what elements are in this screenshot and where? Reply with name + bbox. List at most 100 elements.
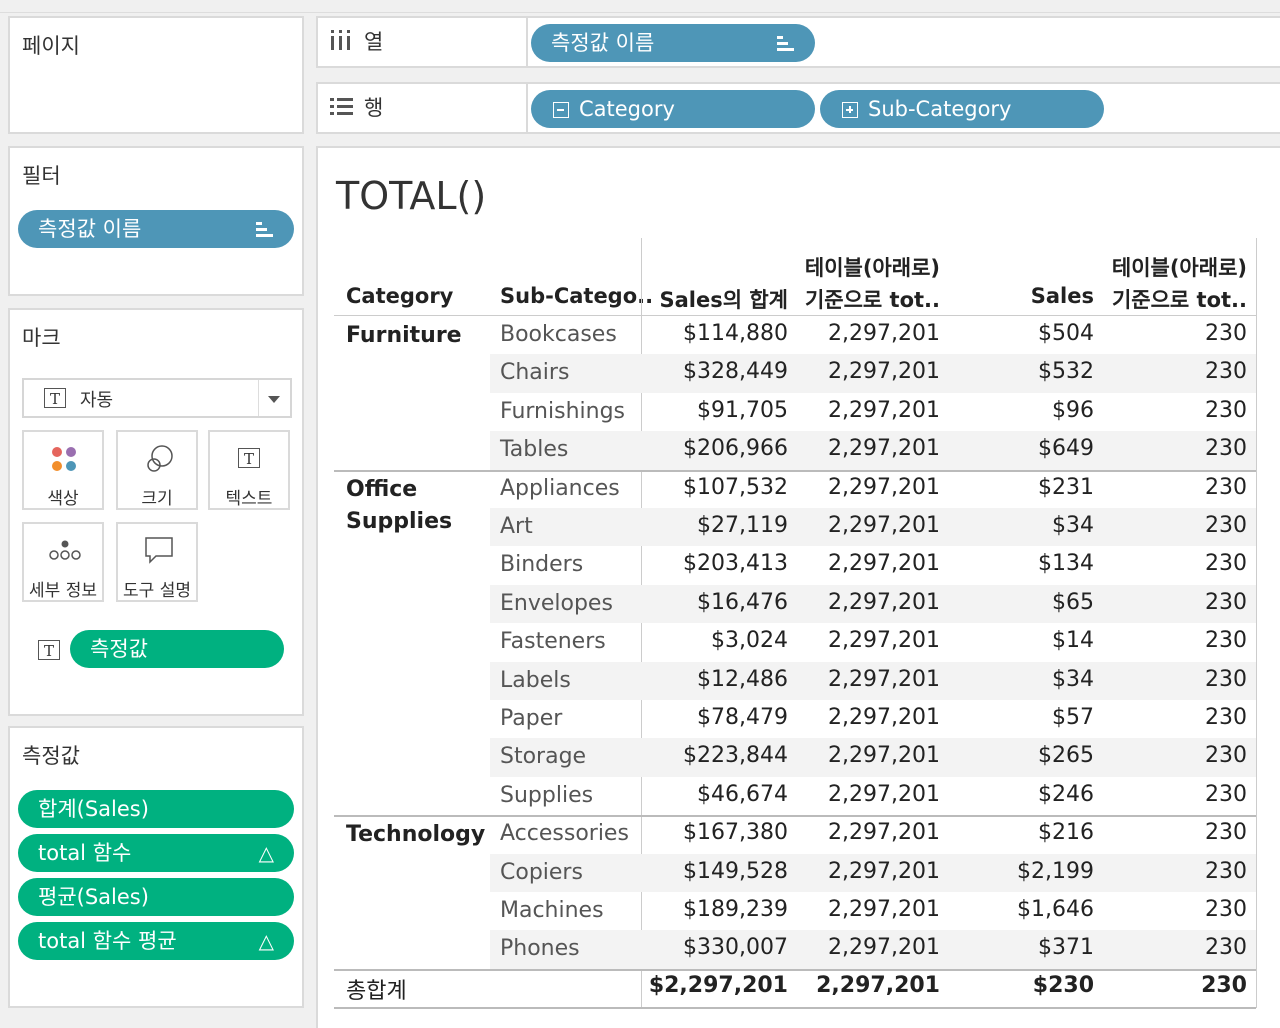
table-cell-table-total2: 230 [1205,628,1247,654]
filters-title: 필터 [22,164,61,188]
mark-type-dropdown[interactable]: T 자동 [22,378,292,418]
color-icon [24,444,102,474]
header-table-total-bottom: 기준으로 tot.. [804,288,940,312]
columns-shelf-label-area: 열 [318,18,528,66]
table-cell-subcategory: Storage [500,744,587,770]
marks-text-pill[interactable]: 측정값 [70,630,284,668]
table-cell-category: Technology [346,822,486,848]
pages-title: 페이지 [22,34,80,58]
tooltip-icon [118,536,196,566]
table-cell-table-total: 2,297,201 [828,820,940,846]
table-cell-sum-sales: $27,119 [697,513,788,538]
measure-pill-label: total 함수 [38,841,132,865]
color-card-label: 색상 [47,489,79,509]
table-cell-table-total: 2,297,201 [828,551,940,577]
collapse-icon[interactable] [553,102,569,118]
table-cell-sum-sales: $330,007 [683,935,788,961]
table-cell-avg-sales: $532 [1038,359,1094,385]
table-cell-avg-sales: $65 [1052,589,1094,615]
tooltip-card[interactable]: 도구 설명 [116,522,198,602]
color-card[interactable]: 색상 [22,430,104,510]
tooltip-card-label: 도구 설명 [123,581,191,601]
grand-total-label: 총합계 [346,978,407,1004]
sort-icon[interactable] [777,24,795,62]
header-table-total2-top: 테이블(아래로) [1111,256,1247,280]
table-cell-sum-sales: $12,486 [697,666,788,692]
header-sum-sales: Sales의 합계 [659,288,788,312]
rows-pill-category[interactable]: Category [531,90,815,128]
detail-card[interactable]: 세부 정보 [22,522,104,602]
rows-shelf[interactable]: 행 Category Sub-Category [316,82,1280,134]
table-cell-subcategory: Chairs [500,360,570,386]
table-cell-table-total2: 230 [1205,436,1247,462]
table-cell-table-total: 2,297,201 [828,781,940,807]
measure-pill-total[interactable]: total 함수 △ [18,834,294,872]
measure-values-panel: 측정값 합계(Sales) total 함수 △ 평균(Sales) total … [8,726,304,1008]
rows-pill-subcategory-label: Sub-Category [868,97,1012,121]
table-cell-table-total2: 230 [1205,897,1247,922]
text-shelf-icon: T [38,640,60,660]
table-cell-avg-sales: $34 [1052,666,1094,692]
table-cell-avg-sales: $504 [1038,321,1094,346]
measure-pill-label: total 함수 평균 [38,929,177,953]
table-cell-sum-sales: $3,024 [711,628,788,654]
table-cell-sum-sales: $46,674 [697,781,788,807]
header-table-total2-bottom: 기준으로 tot.. [1111,288,1247,312]
rows-pill-subcategory[interactable]: Sub-Category [820,90,1104,128]
pages-panel: 페이지 [8,16,304,134]
table-cell-table-total: 2,297,201 [828,743,940,769]
table-cell-avg-sales: $14 [1052,628,1094,654]
table-cell-subcategory: Furnishings [500,398,625,424]
columns-pill-measure-names[interactable]: 측정값 이름 [531,24,815,62]
table-cell-table-total: 2,297,201 [828,858,940,884]
table-cell-table-total2: 230 [1205,705,1247,730]
table-cell-table-total2: 230 [1205,321,1247,346]
table-cell-subcategory: Accessories [500,821,629,847]
detail-card-label: 세부 정보 [29,581,97,601]
rows-pill-category-label: Category [579,97,675,121]
columns-pill-label: 측정값 이름 [551,31,655,55]
text-card-label: 텍스트 [225,489,273,509]
marks-text-pill-label: 측정값 [90,637,148,661]
table-cell-sum-sales: $223,844 [683,743,788,769]
text-mark-icon: T [44,388,66,408]
table-cell-subcategory: Paper [500,706,563,731]
table-cell-sum-sales: $78,479 [697,705,788,730]
table-cell-table-total2: 230 [1205,781,1247,807]
chevron-down-icon[interactable] [268,396,280,403]
sort-icon[interactable] [256,210,274,248]
columns-shelf[interactable]: 열 측정값 이름 [316,16,1280,68]
expand-icon[interactable] [842,102,858,118]
dropdown-divider [258,380,259,416]
table-cell-avg-sales: $649 [1038,436,1094,462]
rows-shelf-label-area: 행 [318,84,528,132]
measure-pill-sum-sales[interactable]: 합계(Sales) [18,790,294,828]
grand-total-table-total2: 230 [1201,972,1247,998]
table-cell-table-total2: 230 [1205,820,1247,846]
table-cell-table-total: 2,297,201 [828,628,940,654]
measure-values-title: 측정값 [22,744,80,768]
filter-pill-label: 측정값 이름 [38,217,142,241]
table-cell-table-total2: 230 [1205,359,1247,385]
table-cell-sum-sales: $114,880 [683,321,788,346]
measure-pill-avg-sales[interactable]: 평균(Sales) [18,878,294,916]
table-bottom-rule [334,1007,1256,1009]
table-cell-subcategory: Supplies [500,782,594,808]
table-cell-table-total: 2,297,201 [828,513,940,538]
text-card[interactable]: T 텍스트 [208,430,290,510]
table-cell-table-total: 2,297,201 [828,474,940,500]
table-cell-subcategory: Bookcases [500,322,617,347]
filter-pill-measure-names[interactable]: 측정값 이름 [18,210,294,248]
top-strip [0,0,1280,13]
table-cell-sum-sales: $149,528 [683,858,788,884]
table-cell-avg-sales: $265 [1038,743,1094,769]
table-cell-avg-sales: $2,199 [1017,858,1094,884]
table-cell-table-total2: 230 [1205,513,1247,538]
measure-pill-total-avg[interactable]: total 함수 평균 △ [18,922,294,960]
table-cell-subcategory: Appliances [500,475,620,501]
grand-total-table-total: 2,297,201 [816,972,940,998]
table-right-border [1256,238,1257,1008]
table-cell-avg-sales: $34 [1052,513,1094,538]
table-cell-table-total2: 230 [1205,935,1247,961]
size-card[interactable]: 크기 [116,430,198,510]
